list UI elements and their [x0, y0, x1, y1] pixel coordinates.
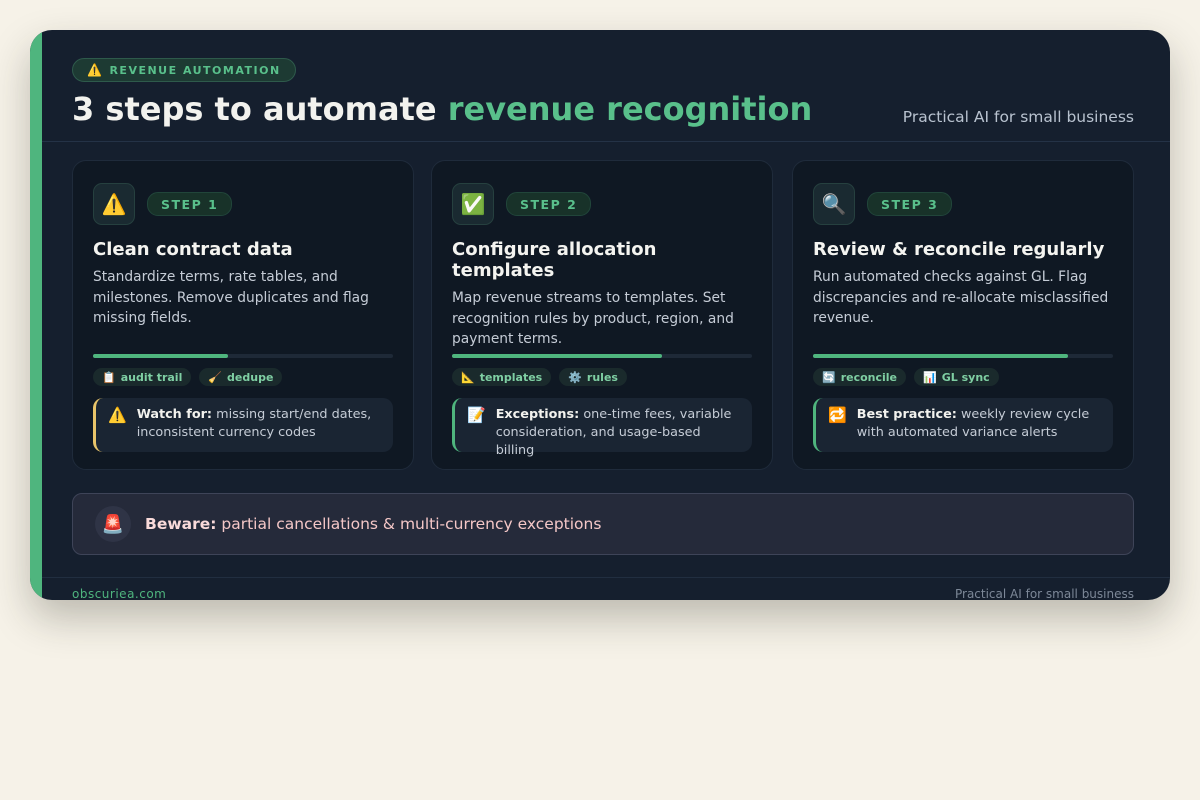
footer-site-link[interactable]: obscuriea.com — [72, 587, 166, 600]
repeat-icon: 🔁 — [828, 406, 847, 424]
step-title: Configure allocation templates — [452, 239, 657, 281]
step-note: ⚠️ Watch for: missing start/end dates, i… — [93, 398, 393, 452]
gear-icon: ⚙️ — [568, 370, 582, 384]
beware-label: Beware: — [145, 515, 217, 533]
memo-icon: 📝 — [467, 406, 486, 424]
steps-row: ⚠️ STEP 1 Clean contract data Standardiz… — [72, 160, 1134, 470]
step-head: 🔍 STEP 3 — [813, 183, 953, 225]
chip-label: audit trail — [120, 370, 183, 384]
chip-rules: ⚙️ rules — [559, 368, 627, 386]
step-note: 🔁 Best practice: weekly review cycle wit… — [813, 398, 1113, 452]
note-label: Best practice: — [856, 407, 957, 422]
header-divider — [42, 141, 1170, 142]
title-highlight: revenue recognition — [447, 90, 813, 128]
beware-banner: 🚨 Beware: partial cancellations & multi-… — [72, 493, 1134, 555]
check-icon: ✅ — [452, 183, 494, 225]
step-label: STEP 1 — [147, 192, 233, 216]
bar-chart-icon: 📊 — [923, 370, 937, 384]
ruler-icon: 📐 — [461, 370, 475, 384]
chip-label: rules — [586, 370, 618, 384]
step-head: ✅ STEP 2 — [452, 183, 592, 225]
chip-reconcile: 🔄 reconcile — [813, 368, 907, 386]
header: ⚠️ REVENUE AUTOMATION 3 steps to automat… — [72, 58, 1134, 128]
step-card-2: ✅ STEP 2 Configure allocation templates … — [431, 160, 773, 470]
chip-dedupe: 🧹 dedupe — [199, 368, 283, 386]
chip-list: 🔄 reconcile 📊 GL sync — [813, 368, 999, 386]
warning-icon: ⚠️ — [87, 63, 104, 77]
progress-fill — [452, 354, 662, 358]
step-card-1: ⚠️ STEP 1 Clean contract data Standardiz… — [72, 160, 414, 470]
accent-bar — [30, 30, 42, 600]
footer-divider — [42, 577, 1170, 578]
step-title: Clean contract data — [93, 239, 293, 260]
chip-list: 📋 audit trail 🧹 dedupe — [93, 368, 283, 386]
warning-icon: ⚠️ — [93, 183, 135, 225]
magnifier-icon: 🔍 — [813, 183, 855, 225]
beware-text: Beware: partial cancellations & multi-cu… — [145, 515, 601, 533]
step-progress — [813, 354, 1113, 358]
step-description: Run automated checks against GL. Flag di… — [813, 269, 1109, 326]
note-label: Exceptions: — [495, 407, 580, 422]
siren-icon: 🚨 — [95, 506, 131, 542]
broom-icon: 🧹 — [208, 370, 223, 384]
step-description: Map revenue streams to templates. Set re… — [452, 290, 734, 347]
clipboard-icon: 📋 — [102, 370, 116, 384]
footer-tagline: Practical AI for small business — [954, 587, 1134, 600]
chip-gl-sync: 📊 GL sync — [914, 368, 999, 386]
chip-label: dedupe — [227, 370, 274, 384]
page-title: 3 steps to automate revenue recognition — [72, 90, 812, 128]
title-main: 3 steps to automate — [72, 90, 448, 128]
chip-label: GL sync — [941, 370, 990, 384]
chip-templates: 📐 templates — [452, 368, 552, 386]
step-description: Standardize terms, rate tables, and mile… — [93, 269, 369, 326]
infographic-card: ⚠️ REVENUE AUTOMATION 3 steps to automat… — [30, 30, 1170, 600]
chip-label: templates — [479, 370, 543, 384]
chip-label: reconcile — [840, 370, 898, 384]
beware-body: partial cancellations & multi-currency e… — [216, 515, 602, 533]
step-title: Review & reconcile regularly — [813, 239, 1105, 260]
note-text: Watch for: missing start/end dates, inco… — [137, 406, 381, 452]
progress-fill — [93, 354, 228, 358]
step-card-3: 🔍 STEP 3 Review & reconcile regularly Ru… — [792, 160, 1134, 470]
sync-icon: 🔄 — [822, 370, 836, 384]
step-progress — [93, 354, 393, 358]
badge-label: REVENUE AUTOMATION — [109, 63, 281, 77]
note-text: Exceptions: one-time fees, variable cons… — [495, 406, 740, 458]
step-note: 📝 Exceptions: one-time fees, variable co… — [452, 398, 752, 458]
note-text: Best practice: weekly review cycle with … — [857, 406, 1101, 452]
chip-audit-trail: 📋 audit trail — [93, 368, 192, 386]
chip-list: 📐 templates ⚙️ rules — [452, 368, 627, 386]
note-label: Watch for: — [136, 407, 213, 422]
category-badge: ⚠️ REVENUE AUTOMATION — [72, 58, 296, 82]
step-label: STEP 2 — [506, 192, 592, 216]
step-label: STEP 3 — [867, 192, 953, 216]
step-progress — [452, 354, 752, 358]
tagline: Practical AI for small business — [902, 108, 1134, 126]
warning-icon: ⚠️ — [108, 406, 127, 424]
step-head: ⚠️ STEP 1 — [93, 183, 233, 225]
progress-fill — [813, 354, 1068, 358]
